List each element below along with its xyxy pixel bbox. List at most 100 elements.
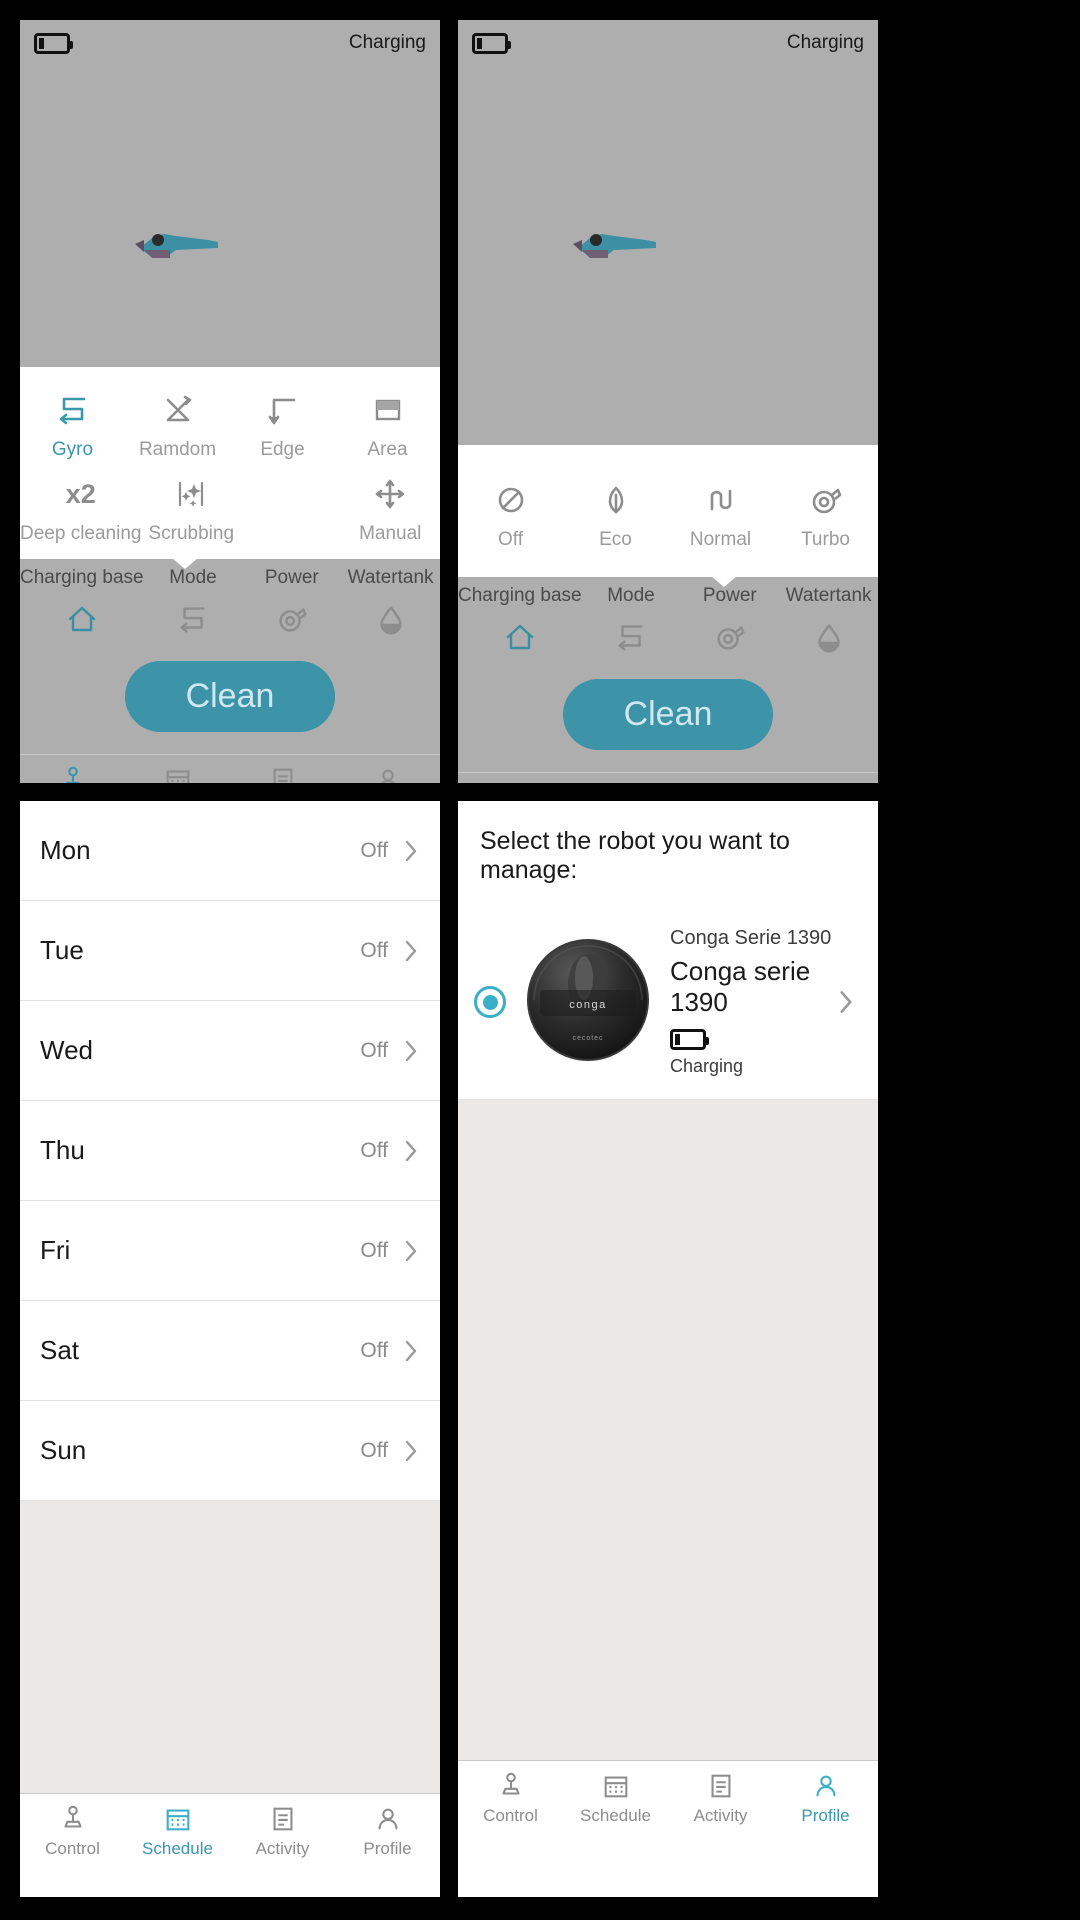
chevron-right-icon	[405, 840, 417, 861]
wave-n-icon	[668, 477, 773, 523]
schedule-empty-area	[20, 1501, 440, 1793]
chevron-right-icon	[405, 940, 417, 961]
mode-option-ramdom[interactable]: Ramdom	[125, 381, 230, 465]
tab-schedule[interactable]: Schedule	[563, 1761, 668, 1832]
power-option-off[interactable]: Off	[458, 471, 563, 555]
tab-activity[interactable]: Activity	[668, 1761, 773, 1832]
tab-profile[interactable]: Profile	[773, 773, 878, 783]
turbo-fan-icon	[242, 595, 341, 643]
document-lines-icon	[230, 763, 335, 783]
tab-activity[interactable]: Activity	[230, 1794, 335, 1865]
turbo-fan-icon	[773, 477, 878, 523]
clean-button[interactable]: Clean	[125, 661, 335, 732]
robot-list-item[interactable]: conga cecotec Conga Serie 1390 Conga ser…	[458, 909, 878, 1101]
mode-option-deep-cleaning[interactable]: x2 Deep cleaning	[20, 465, 141, 549]
tab-control[interactable]: Control	[20, 1794, 125, 1865]
robot-model: Conga Serie 1390	[670, 927, 832, 949]
mode-option-manual[interactable]: Manual	[340, 465, 440, 549]
chevron-right-icon[interactable]	[836, 987, 856, 1017]
control-watertank[interactable]: Watertank	[779, 585, 878, 661]
chevron-right-icon	[405, 1240, 417, 1261]
turbo-fan-icon	[680, 613, 779, 661]
power-option-turbo[interactable]: Turbo	[773, 471, 878, 555]
bottom-tab-bar: Control Schedule Activity	[458, 1760, 878, 1833]
tab-activity[interactable]: Activity	[668, 773, 773, 783]
schedule-row-sat[interactable]: Sat Off	[20, 1301, 440, 1401]
control-power[interactable]: Power	[680, 585, 779, 661]
document-lines-icon	[668, 1769, 773, 1803]
charging-label: Charging	[348, 32, 426, 53]
status-bar: Charging	[20, 20, 440, 66]
panel-control-mode: Charging Gyro Ramdom Edge Area x2 Deep c…	[20, 20, 440, 783]
svg-text:conga: conga	[569, 999, 606, 1011]
schedule-row-fri[interactable]: Fri Off	[20, 1201, 440, 1301]
tab-schedule[interactable]: Schedule	[125, 755, 230, 783]
mode-option-label: Ramdom	[138, 439, 217, 460]
control-power[interactable]: Power	[242, 567, 341, 643]
mode-option-label: Manual	[359, 523, 422, 544]
clean-button[interactable]: Clean	[563, 679, 773, 750]
mode-options-row-2: x2 Deep cleaning Scrubbing Manual	[20, 465, 440, 549]
control-mode[interactable]: Mode	[582, 585, 681, 661]
control-buttons-row: Charging base Mode Power Watertank	[20, 559, 440, 645]
person-icon	[335, 1802, 440, 1836]
day-value: Off	[360, 1338, 388, 1362]
mode-option-label: Edge	[260, 439, 305, 460]
water-drop-icon	[779, 613, 878, 661]
calendar-icon	[563, 1769, 668, 1803]
tab-label: Control	[45, 1839, 100, 1858]
control-charging-base[interactable]: Charging base	[20, 567, 144, 643]
tab-activity[interactable]: Activity	[230, 755, 335, 783]
tab-schedule[interactable]: Schedule	[125, 1794, 230, 1865]
tab-profile[interactable]: Profile	[773, 1761, 878, 1832]
mode-option-edge[interactable]: Edge	[230, 381, 335, 465]
day-value: Off	[360, 1238, 388, 1262]
mode-option-gyro[interactable]: Gyro	[20, 381, 125, 465]
tab-label: Activity	[255, 1839, 310, 1858]
tab-control[interactable]: Control	[458, 1761, 563, 1832]
tab-schedule[interactable]: Schedule	[563, 773, 668, 783]
chevron-right-icon	[405, 1340, 417, 1361]
schedule-row-wed[interactable]: Wed Off	[20, 1001, 440, 1101]
day-value: Off	[360, 1438, 388, 1462]
robot-name: Conga serie 1390	[670, 956, 811, 1017]
control-charging-base[interactable]: Charging base	[458, 585, 582, 661]
mode-options-panel: Gyro Ramdom Edge Area x2 Deep cleaning S…	[20, 367, 440, 559]
control-label: Charging base	[458, 585, 582, 606]
joystick-icon	[20, 763, 125, 783]
mode-option-area[interactable]: Area	[335, 381, 440, 465]
home-icon	[458, 613, 582, 661]
power-option-eco[interactable]: Eco	[563, 471, 668, 555]
power-option-normal[interactable]: Normal	[668, 471, 773, 555]
control-mode[interactable]: Mode	[144, 567, 243, 643]
map-view[interactable]: Charging	[20, 20, 440, 367]
robot-info: Conga Serie 1390 Conga serie 1390 Chargi…	[670, 927, 836, 1077]
x2-icon: x2	[65, 478, 96, 509]
control-label: Mode	[169, 567, 217, 588]
control-label: Power	[264, 567, 319, 588]
panel-robot-select: Select the robot you want to manage: con…	[458, 801, 878, 1897]
calendar-icon	[125, 1802, 230, 1836]
control-strip: Charging base Mode Power Watertank Clean	[458, 576, 878, 772]
schedule-row-tue[interactable]: Tue Off	[20, 901, 440, 1001]
joystick-icon	[458, 781, 563, 783]
schedule-row-thu[interactable]: Thu Off	[20, 1101, 440, 1201]
tab-profile[interactable]: Profile	[335, 755, 440, 783]
gyro-zigzag-icon	[144, 595, 243, 643]
robot-map-marker	[135, 234, 218, 258]
mode-option-scrubbing[interactable]: Scrubbing	[141, 465, 241, 549]
schedule-row-mon[interactable]: Mon Off	[20, 801, 440, 901]
schedule-row-sun[interactable]: Sun Off	[20, 1401, 440, 1501]
tab-control[interactable]: Control	[20, 755, 125, 783]
bottom-tab-bar: Control Schedule Activity	[458, 772, 878, 783]
day-label: Sun	[40, 1435, 87, 1465]
power-options-row: Off Eco Normal Turbo	[458, 471, 878, 555]
document-lines-icon	[230, 1802, 335, 1836]
robot-radio-selected[interactable]	[474, 986, 506, 1019]
map-view[interactable]: Charging	[458, 20, 878, 445]
tab-control[interactable]: Control	[458, 773, 563, 783]
control-watertank[interactable]: Watertank	[341, 567, 440, 643]
tab-profile[interactable]: Profile	[335, 1794, 440, 1865]
robot-select-empty-area	[458, 1100, 878, 1761]
svg-text:cecotec: cecotec	[572, 1035, 603, 1042]
